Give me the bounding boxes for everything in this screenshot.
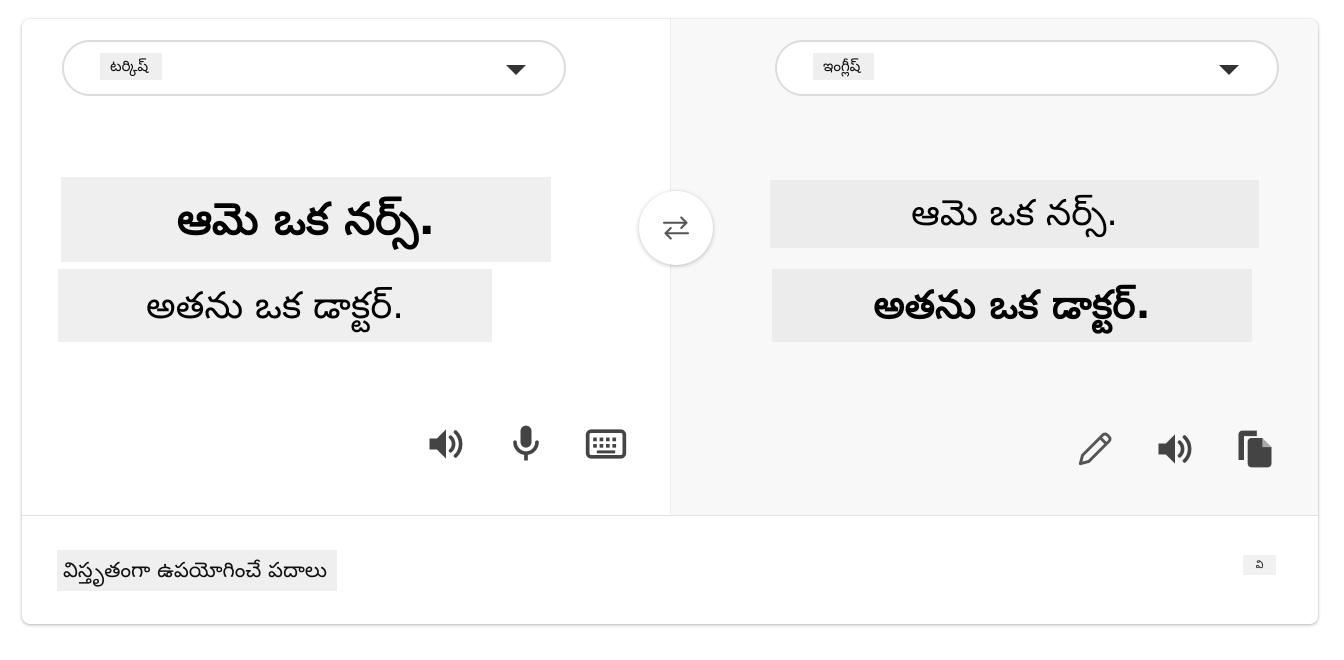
- footer-more-button[interactable]: వి: [1243, 555, 1276, 575]
- target-language-label: ఇంగ్లీష్: [813, 53, 875, 80]
- microphone-button[interactable]: [502, 420, 550, 468]
- source-language-select[interactable]: టర్కిష్: [62, 40, 566, 96]
- target-text-line-2: అతను ఒక డాక్టర్.: [772, 269, 1252, 342]
- swap-languages-button[interactable]: [639, 191, 713, 265]
- source-text-line-1[interactable]: ఆమె ఒక నర్స్.: [61, 177, 551, 262]
- speaker-icon: [429, 429, 463, 459]
- translation-card: టర్కిష్ ఆమె ఒక నర్స్. అతను ఒక డాక్టర్. ఇ…: [22, 19, 1318, 624]
- source-listen-button[interactable]: [422, 420, 470, 468]
- pencil-icon: [1078, 432, 1112, 466]
- target-text-line-1: ఆమె ఒక నర్స్.: [770, 180, 1259, 248]
- target-language-select[interactable]: ఇంగ్లీష్: [775, 40, 1279, 96]
- target-pane: ఇంగ్లీష్ ఆమె ఒక నర్స్. అతను ఒక డాక్టర్.: [670, 19, 1318, 515]
- source-language-label: టర్కిష్: [100, 53, 163, 80]
- target-listen-button[interactable]: [1151, 425, 1199, 473]
- speaker-icon: [1158, 434, 1192, 464]
- keyboard-icon: [585, 429, 627, 459]
- edit-translation-button[interactable]: [1071, 425, 1119, 473]
- copy-icon: [1238, 430, 1272, 468]
- source-pane: టర్కిష్ ఆమె ఒక నర్స్. అతను ఒక డాక్టర్.: [22, 19, 670, 515]
- common-words-link[interactable]: విస్తృతంగా ఉపయోగించే పదాలు: [57, 550, 337, 591]
- chevron-down-icon: [1219, 65, 1239, 75]
- source-text-line-2[interactable]: అతను ఒక డాక్టర్.: [58, 269, 492, 342]
- footer-divider: [22, 515, 1318, 516]
- copy-translation-button[interactable]: [1231, 425, 1279, 473]
- swap-arrows-icon: [662, 216, 690, 240]
- microphone-icon: [513, 425, 539, 461]
- keyboard-button[interactable]: [582, 420, 630, 468]
- chevron-down-icon: [506, 65, 526, 75]
